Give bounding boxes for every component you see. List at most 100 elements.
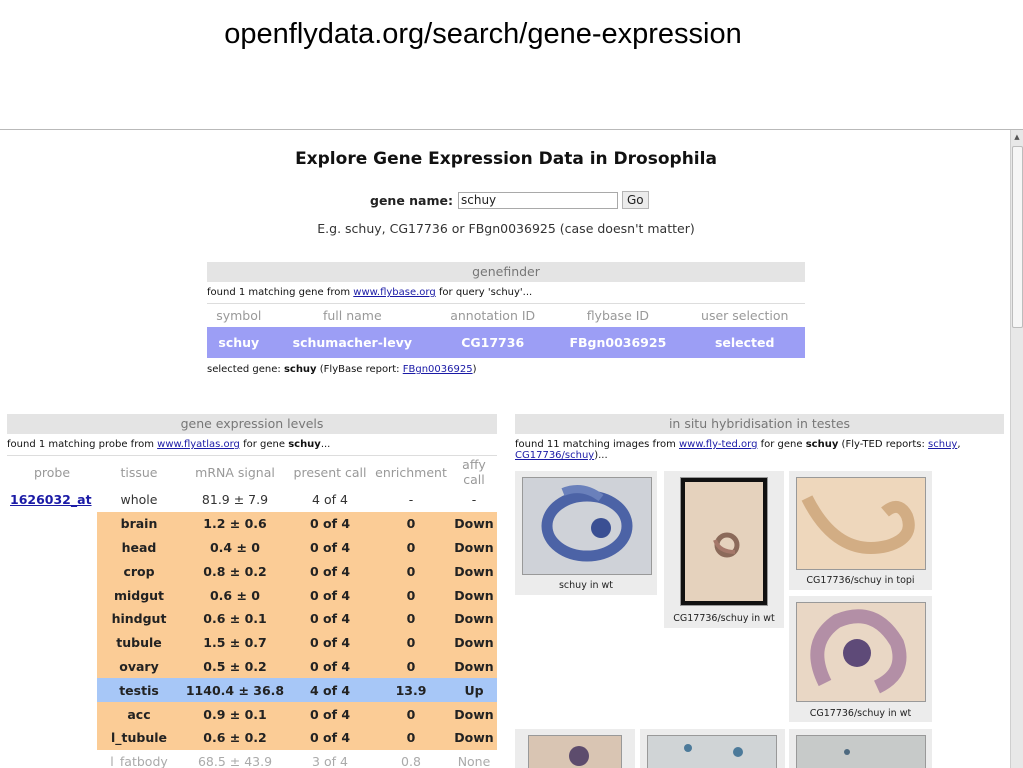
info-text: for gene <box>757 439 806 450</box>
in-situ-thumbnail[interactable]: CG17736/schuy in wt <box>789 596 932 722</box>
tissue-cell: acc <box>97 702 181 726</box>
image-caption: CG17736/schuy in topi <box>806 575 915 586</box>
flyatlas-link[interactable]: www.flyatlas.org <box>157 439 240 450</box>
report-link-schuy[interactable]: schuy <box>928 439 957 450</box>
tissue-cell: hindgut <box>97 606 181 631</box>
in-situ-thumbnail[interactable] <box>640 729 785 768</box>
col-annotation-id: annotation ID <box>434 303 552 327</box>
present-call-cell: 0 of 4 <box>289 583 371 607</box>
expression-row: l_tubule 0.6 ± 0.2 0 of 4 0 Down <box>7 725 497 750</box>
probe-cell <box>7 583 97 607</box>
expression-row: testis 1140.4 ± 36.8 4 of 4 13.9 Up <box>7 678 497 703</box>
scroll-up-arrow-icon[interactable]: ▲ <box>1013 132 1021 142</box>
enrichment-cell: 0 <box>371 511 451 536</box>
enrichment-cell: 0 <box>371 535 451 560</box>
testis-image <box>528 735 622 768</box>
affy-call-cell: Down <box>451 630 497 655</box>
info-text: for gene <box>239 439 289 450</box>
in-situ-thumbnail[interactable]: CG17736/schuy in wt <box>664 471 784 628</box>
probe-cell <box>7 631 97 655</box>
affy-call-cell: Down <box>451 654 497 679</box>
gene-name: schuy <box>288 439 321 450</box>
expression-row: head 0.4 ± 00 of 4 0 Down <box>7 535 497 560</box>
present-call-cell: 0 of 4 <box>289 606 371 631</box>
col-full-name: full name <box>270 303 435 327</box>
browser-viewport: ▲ Explore Gene Expression Data in Drosop… <box>0 129 1023 768</box>
enrichment-cell: 0 <box>371 583 451 607</box>
gene-name-input[interactable] <box>458 191 618 209</box>
testis-image <box>647 735 777 768</box>
in-situ-thumbnail[interactable]: CG17736/schuy in topi <box>789 471 932 590</box>
mrna-signal-cell: 68.5 ± 43.9 <box>197 754 273 768</box>
expression-info: found 1 matching probe from www.flyatlas… <box>7 434 497 455</box>
present-call-cell: 0 of 4 <box>289 511 371 536</box>
col-enrichment: enrichment <box>371 455 451 488</box>
enrichment-cell: 0 <box>371 559 451 584</box>
probe-link[interactable]: 1626032_at <box>10 492 92 507</box>
gene-result-row[interactable]: schuy schumacher-levy CG17736 FBgn003692… <box>207 327 805 358</box>
in-situ-title: in situ hybridisation in testes <box>515 414 1004 434</box>
selected-gene-line: selected gene: schuy (FlyBase report: FB… <box>207 358 805 375</box>
present-call-cell: 4 of 4 <box>312 492 348 508</box>
in-situ-thumbnail[interactable]: schuy in wt <box>515 471 657 595</box>
info-text: found 1 matching probe from <box>7 439 158 450</box>
genefinder-info: found 1 matching gene from www.flybase.o… <box>207 282 805 303</box>
mrna-signal-cell: 1.2 ± 0.6 <box>181 511 289 536</box>
affy-call-cell: Down <box>451 606 497 631</box>
tissue-cell: l_tubule <box>97 725 181 750</box>
go-button[interactable]: Go <box>622 191 649 209</box>
mrna-signal-cell: 1.5 ± 0.7 <box>181 630 289 655</box>
col-present-call: present call <box>289 455 371 488</box>
present-call-cell: 0 of 4 <box>289 630 371 655</box>
affy-call-cell: Up <box>451 678 497 703</box>
search-example-hint: E.g. schuy, CG17736 or FBgn0036925 (case… <box>317 221 695 236</box>
flybase-link[interactable]: www.flybase.org <box>353 287 435 298</box>
probe-cell: 1626032_at <box>7 488 97 512</box>
expression-row: hindgut 0.6 ± 0.1 0 of 4 0 Down <box>7 606 497 631</box>
info-text: )... <box>594 450 608 461</box>
scrollbar-thumb[interactable] <box>1012 146 1023 328</box>
fly-ted-link[interactable]: www.fly-ted.org <box>679 439 757 450</box>
probe-cell <box>7 726 97 750</box>
mrna-signal-cell: 0.9 ± 0.1 <box>181 702 289 726</box>
mrna-signal-cell: 0.6 ± 0.1 <box>181 606 289 631</box>
flybase-report-link[interactable]: FBgn0036925 <box>403 364 473 375</box>
expression-row: brain 1.2 ± 0.6 0 of 4 0 Down <box>7 511 497 536</box>
present-call-cell: 3 of 4 <box>312 754 348 768</box>
info-text: for query 'schuy'... <box>435 287 533 298</box>
image-caption: schuy in wt <box>558 580 614 591</box>
gene-annotation-id: CG17736 <box>434 327 552 358</box>
present-call-cell: 0 of 4 <box>289 725 371 750</box>
testis-image <box>796 477 926 570</box>
testis-image <box>522 477 652 575</box>
affy-call-cell: - <box>471 492 477 508</box>
expression-row: 1626032_at whole 81.9 ± 7.9 4 of 4 - - <box>7 488 497 512</box>
selected-gene-name: schuy <box>283 364 317 375</box>
report-link-cg17736[interactable]: CG17736/schuy <box>515 450 594 461</box>
in-situ-thumbnail[interactable] <box>515 729 635 768</box>
in-situ-thumbnail[interactable] <box>789 729 932 768</box>
affy-call-cell: Down <box>451 535 497 560</box>
expression-row: tubule 1.5 ± 0.7 0 of 4 0 Down <box>7 630 497 655</box>
col-symbol: symbol <box>207 303 271 327</box>
tissue-cell: l_fatbody <box>110 754 168 768</box>
gene-name: schuy <box>805 439 839 450</box>
probe-cell <box>7 750 97 768</box>
col-affy-call: affy call <box>451 455 497 488</box>
tissue-cell: brain <box>97 511 181 536</box>
info-text: found 11 matching images from <box>515 439 679 450</box>
affy-call-cell: Down <box>451 559 497 584</box>
probe-cell <box>7 607 97 631</box>
probe-cell <box>7 559 97 583</box>
mrna-signal-cell: 0.5 ± 0.2 <box>181 654 289 679</box>
testis-image <box>796 735 926 768</box>
info-text: found 1 matching gene from <box>207 287 354 298</box>
gene-flybase-id: FBgn0036925 <box>551 327 685 358</box>
gene-full-name: schumacher-levy <box>270 327 435 358</box>
testis-image <box>680 477 768 606</box>
gene-user-selection[interactable]: selected <box>684 327 805 358</box>
info-text: ) <box>472 364 477 375</box>
present-call-cell: 0 of 4 <box>289 654 371 679</box>
expression-row: l_fatbody 68.5 ± 43.9 3 of 4 0.8 None <box>7 750 497 768</box>
tissue-cell: whole <box>120 492 158 508</box>
